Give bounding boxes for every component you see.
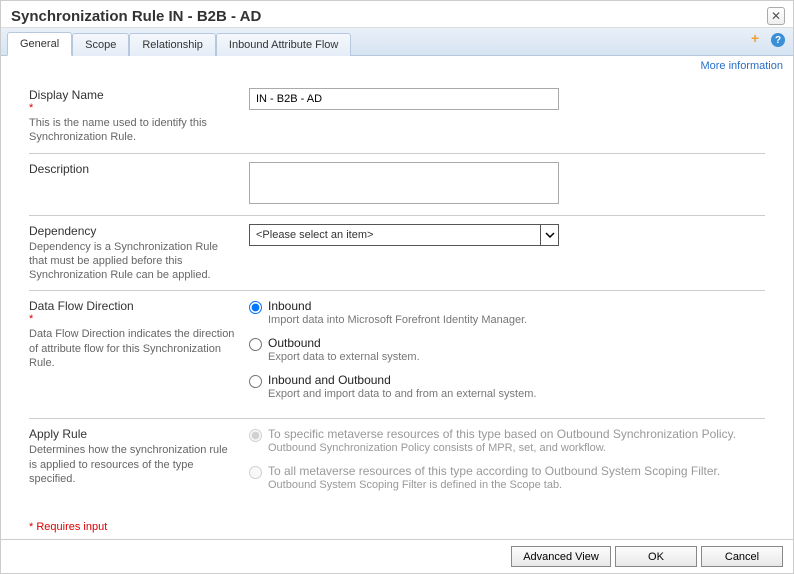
radio-apply-all-desc: Outbound System Scoping Filter is define…	[268, 479, 720, 491]
radio-apply-all-input	[249, 466, 262, 479]
row-data-flow: Data Flow Direction * Data Flow Directio…	[29, 291, 765, 419]
dependency-help: Dependency is a Synchronization Rule tha…	[29, 240, 237, 283]
data-flow-help: Data Flow Direction indicates the direct…	[29, 327, 237, 370]
radio-inbound-label: Inbound	[268, 299, 527, 313]
description-label: Description	[29, 162, 237, 176]
radio-both-input[interactable]	[249, 375, 262, 388]
add-icon[interactable]	[749, 32, 765, 48]
button-bar: Advanced View OK Cancel	[1, 539, 793, 573]
input-col	[249, 162, 765, 207]
row-description: Description	[29, 154, 765, 216]
label-col: Dependency Dependency is a Synchronizati…	[29, 224, 249, 283]
input-col: To specific metaverse resources of this …	[249, 427, 765, 501]
label-col: Data Flow Direction * Data Flow Directio…	[29, 299, 249, 370]
radio-both: Inbound and Outbound Export and import d…	[249, 373, 765, 400]
dialog-title: Synchronization Rule IN - B2B - AD	[11, 8, 261, 25]
data-flow-label: Data Flow Direction	[29, 299, 237, 313]
apply-rule-help: Determines how the synchronization rule …	[29, 443, 237, 486]
required-marker: *	[29, 102, 237, 114]
tab-general[interactable]: General	[7, 32, 72, 56]
display-name-help: This is the name used to identify this S…	[29, 116, 237, 145]
radio-outbound: Outbound Export data to external system.	[249, 336, 765, 363]
label-col: Description	[29, 162, 249, 176]
label-col: Display Name * This is the name used to …	[29, 88, 249, 145]
radio-apply-specific-desc: Outbound Synchronization Policy consists…	[268, 442, 736, 454]
radio-both-desc: Export and import data to and from an ex…	[268, 388, 536, 400]
row-dependency: Dependency Dependency is a Synchronizati…	[29, 216, 765, 292]
titlebar: Synchronization Rule IN - B2B - AD ✕	[1, 1, 793, 28]
radio-apply-all-label: To all metaverse resources of this type …	[268, 464, 720, 478]
chevron-down-icon	[540, 225, 558, 245]
tab-inbound-attribute-flow[interactable]: Inbound Attribute Flow	[216, 33, 351, 56]
tab-relationship[interactable]: Relationship	[129, 33, 216, 56]
dependency-placeholder: <Please select an item>	[256, 229, 373, 241]
label-col: Apply Rule Determines how the synchroniz…	[29, 427, 249, 486]
radio-apply-specific: To specific metaverse resources of this …	[249, 427, 765, 454]
radio-outbound-input[interactable]	[249, 338, 262, 351]
required-marker: *	[29, 313, 237, 325]
dependency-select[interactable]: <Please select an item>	[249, 224, 559, 246]
radio-apply-specific-input	[249, 429, 262, 442]
more-information-link[interactable]: More information	[700, 60, 783, 72]
dependency-label: Dependency	[29, 224, 237, 238]
tab-scope[interactable]: Scope	[72, 33, 129, 56]
tab-bar: General Scope Relationship Inbound Attri…	[1, 28, 793, 56]
form-area: Display Name * This is the name used to …	[1, 76, 793, 509]
close-button[interactable]: ✕	[767, 7, 785, 25]
help-icon[interactable]: ?	[771, 33, 785, 47]
radio-both-label: Inbound and Outbound	[268, 373, 536, 387]
radio-outbound-label: Outbound	[268, 336, 420, 350]
advanced-view-button[interactable]: Advanced View	[511, 546, 611, 567]
input-col	[249, 88, 765, 110]
ok-button[interactable]: OK	[615, 546, 697, 567]
apply-rule-label: Apply Rule	[29, 427, 237, 441]
description-input[interactable]	[249, 162, 559, 204]
cancel-button[interactable]: Cancel	[701, 546, 783, 567]
close-icon: ✕	[771, 9, 781, 23]
more-info-row: More information	[1, 56, 793, 76]
radio-inbound-desc: Import data into Microsoft Forefront Ide…	[268, 314, 527, 326]
tab-toolbar: ?	[749, 32, 785, 48]
radio-inbound-input[interactable]	[249, 301, 262, 314]
radio-apply-specific-label: To specific metaverse resources of this …	[268, 427, 736, 441]
row-display-name: Display Name * This is the name used to …	[29, 80, 765, 154]
input-col: Inbound Import data into Microsoft Foref…	[249, 299, 765, 410]
radio-inbound: Inbound Import data into Microsoft Foref…	[249, 299, 765, 326]
display-name-label: Display Name	[29, 88, 237, 102]
display-name-input[interactable]	[249, 88, 559, 110]
row-apply-rule: Apply Rule Determines how the synchroniz…	[29, 419, 765, 509]
input-col: <Please select an item>	[249, 224, 765, 246]
radio-outbound-desc: Export data to external system.	[268, 351, 420, 363]
dialog-window: Synchronization Rule IN - B2B - AD ✕ Gen…	[0, 0, 794, 574]
radio-apply-all: To all metaverse resources of this type …	[249, 464, 765, 491]
